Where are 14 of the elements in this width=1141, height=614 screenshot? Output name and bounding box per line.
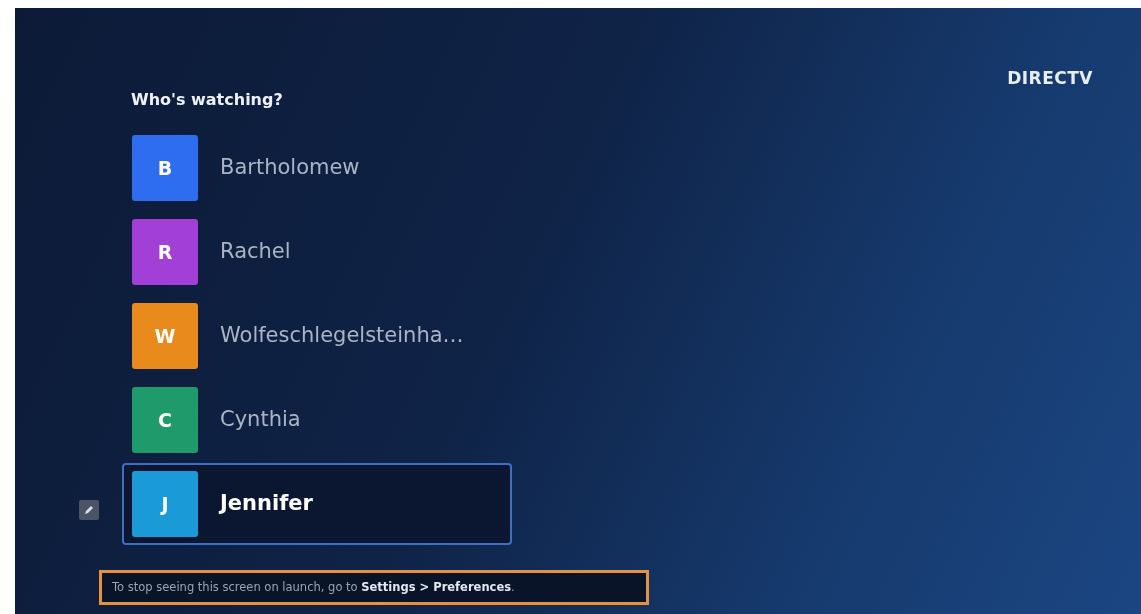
page-title: Who's watching? xyxy=(131,89,283,111)
avatar-tile: B xyxy=(132,135,198,201)
pencil-icon[interactable] xyxy=(79,500,99,520)
brand-logo: DIRECTV xyxy=(1007,67,1093,90)
profile-item[interactable]: W Wolfeschlegelsteinha… xyxy=(122,303,512,369)
hint-text: To stop seeing this screen on launch, go to Settings > Preferences. xyxy=(99,570,649,606)
profile-item[interactable]: B Bartholomew xyxy=(122,135,512,201)
profile-item[interactable]: R Rachel xyxy=(122,219,512,285)
avatar-tile: C xyxy=(132,387,198,453)
profile-item[interactable]: J Jennifer xyxy=(122,463,512,545)
avatar-tile: R xyxy=(132,219,198,285)
profile-item[interactable]: C Cynthia xyxy=(122,387,512,453)
avatar-tile: J xyxy=(132,471,198,537)
avatar-tile: W xyxy=(132,303,198,369)
